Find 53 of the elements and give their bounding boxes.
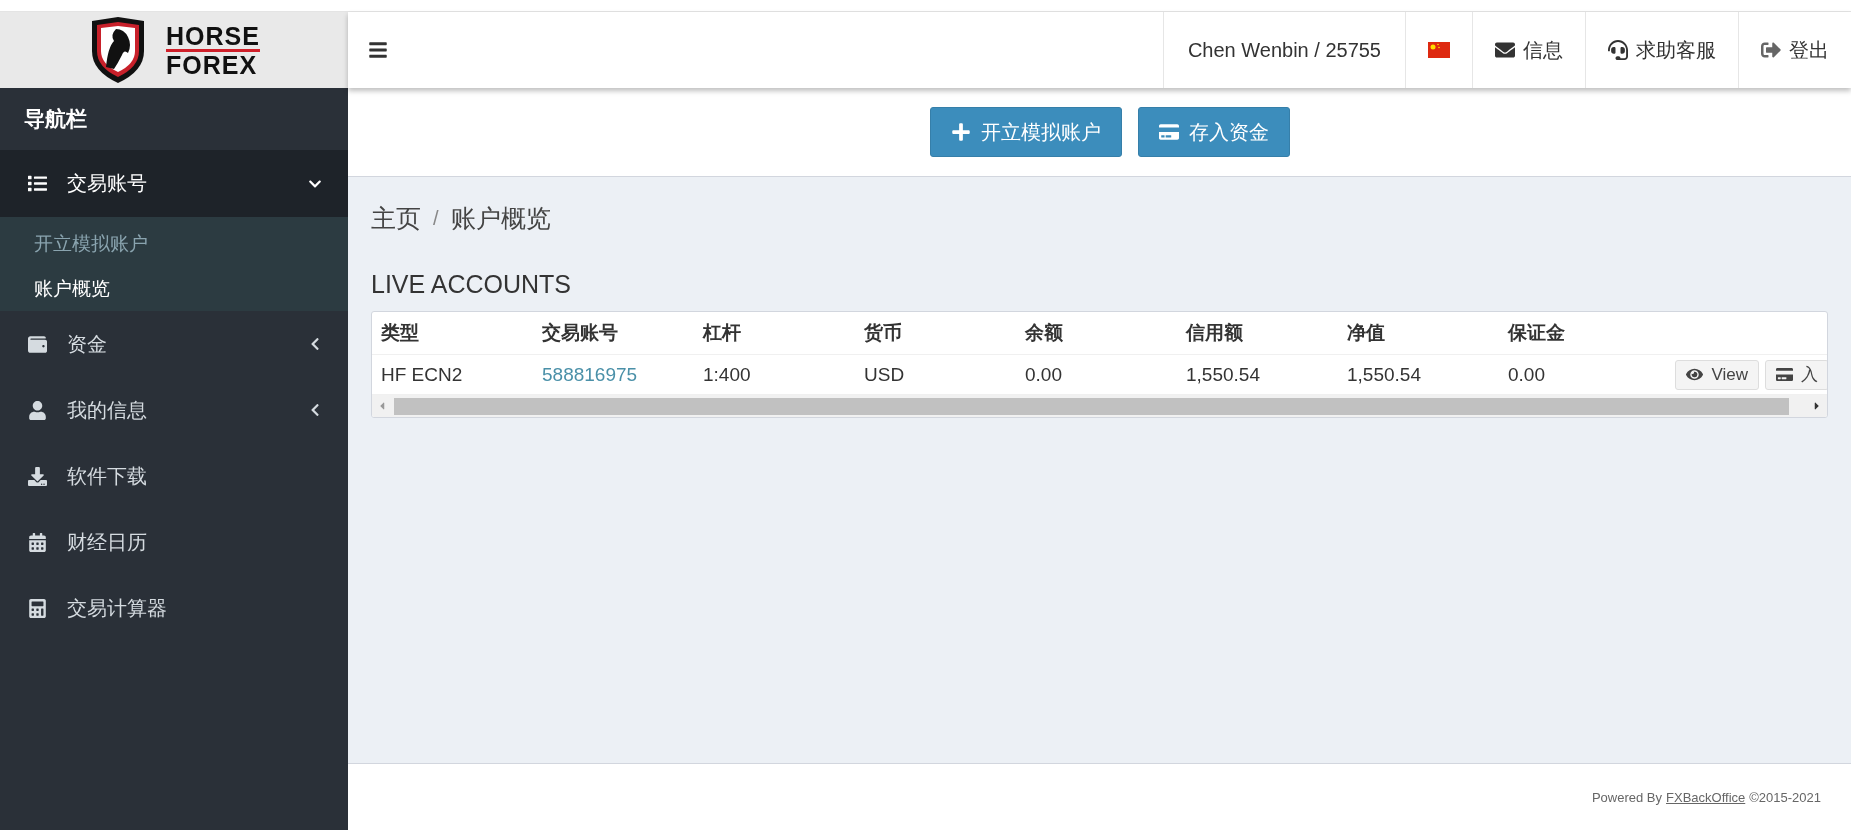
footer-link[interactable]: FXBackOffice [1666, 789, 1746, 805]
row-action-button[interactable]: 入 [1765, 359, 1827, 390]
sidebar-item[interactable]: 财经日历 [0, 509, 348, 575]
breadcrumb-item[interactable]: 主页 [371, 201, 421, 235]
table-cell-text: 1,550.54 [1185, 363, 1261, 386]
column-header: 类型 [380, 321, 420, 345]
table-cell-text: 1,550.54 [1346, 363, 1422, 386]
row-action-button[interactable]: View [1675, 359, 1759, 390]
eye-icon [1686, 366, 1704, 383]
footer-text: ©2015-2021 [1749, 789, 1821, 805]
sidebar-item[interactable]: 我的信息 [0, 377, 348, 443]
horizontal-scrollbar[interactable] [372, 395, 1827, 417]
table-cell-text: 0.00 [1507, 363, 1546, 386]
section-title: LIVE ACCOUNTS [371, 270, 573, 299]
column-header: 余额 [1024, 321, 1064, 345]
column-header: 交易账号 [541, 321, 619, 345]
sidebar-title: 导航栏 [23, 106, 88, 132]
list-icon [28, 174, 47, 193]
table-cell-text: HF ECN2 [380, 363, 464, 386]
envelope-icon [1495, 40, 1515, 60]
user-icon [28, 400, 47, 420]
credit-card-icon [1158, 122, 1179, 142]
menu-icon [368, 40, 388, 60]
china-flag-icon [1428, 42, 1450, 58]
breadcrumb-item: 账户概览 [450, 202, 551, 234]
sidebar-item[interactable]: 交易计算器 [0, 575, 348, 641]
column-header: 保证金 [1506, 321, 1566, 345]
download-icon [28, 466, 47, 486]
sidebar-item[interactable]: 交易账号 [0, 150, 348, 217]
column-header: 杠杆 [701, 321, 742, 345]
sign-out-icon [1761, 40, 1781, 60]
logo-wordmark: HORSE FOREX [166, 22, 260, 78]
submenu-item[interactable]: 账户概览 [0, 266, 348, 311]
table-cell-text: USD [863, 363, 906, 386]
plus-icon [950, 122, 971, 142]
table-cell-text: 0.00 [1024, 363, 1063, 386]
column-header: 净值 [1346, 321, 1386, 345]
breadcrumb-separator: / [433, 206, 439, 230]
credit-card-icon [1776, 366, 1793, 383]
column-header: 信用额 [1184, 321, 1244, 345]
sidebar-item[interactable]: 软件下载 [0, 443, 348, 509]
wallet-icon [28, 334, 47, 354]
account-link[interactable]: 588816975 [533, 363, 694, 386]
submenu-item[interactable]: 开立模拟账户 [0, 221, 348, 266]
calendar-icon [28, 532, 47, 552]
headset-icon [1608, 40, 1628, 60]
action-button[interactable]: 存入资金 [1137, 107, 1290, 157]
column-header: 货币 [863, 321, 903, 345]
sidebar-item[interactable]: 资金 [0, 311, 348, 377]
footer-text: Powered By [1591, 789, 1662, 805]
calculator-icon [28, 598, 47, 618]
action-button[interactable]: 开立模拟账户 [929, 107, 1122, 157]
table-cell-text: 1:400 [702, 363, 752, 386]
